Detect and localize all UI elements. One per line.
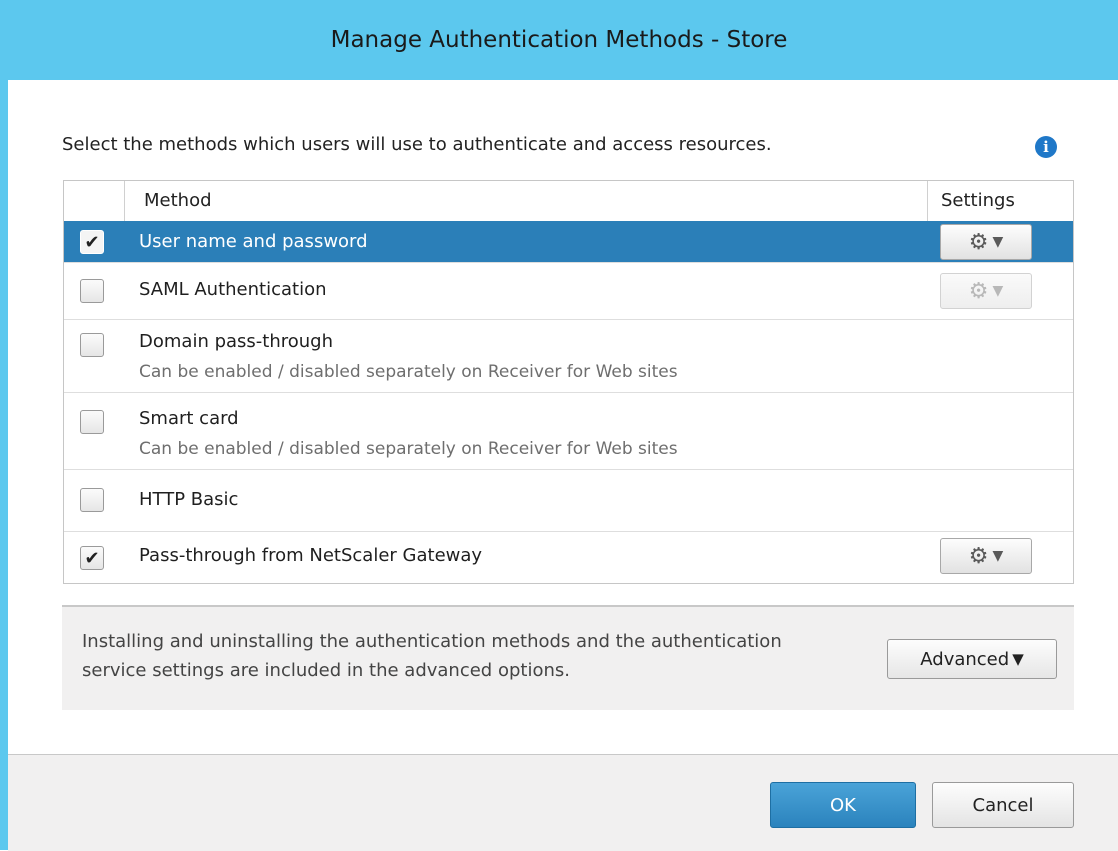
info-icon[interactable]: i xyxy=(1035,136,1057,158)
methods-table: Method Settings ✔ User name and password… xyxy=(63,180,1074,584)
advanced-button-label: Advanced xyxy=(920,648,1010,670)
table-row[interactable]: Domain pass-through Can be enabled / dis… xyxy=(64,320,1073,393)
row-checkbox[interactable] xyxy=(80,333,104,357)
gear-icon: ⚙ xyxy=(968,278,989,304)
row-checkbox[interactable] xyxy=(80,410,104,434)
method-label: SAML Authentication xyxy=(139,279,327,300)
table-row[interactable]: ✔ User name and password ⚙ ▼ xyxy=(64,221,1073,263)
settings-dropdown-button[interactable]: ⚙ ▼ xyxy=(940,224,1032,260)
window-left-border xyxy=(0,0,8,850)
row-checkbox[interactable]: ✔ xyxy=(80,546,104,570)
column-header-settings[interactable]: Settings xyxy=(941,181,1015,221)
table-header: Method Settings xyxy=(64,181,1073,222)
method-label: Domain pass-through xyxy=(139,331,334,352)
ok-button[interactable]: OK xyxy=(770,782,916,828)
table-row[interactable]: HTTP Basic xyxy=(64,470,1073,532)
dialog-title: Manage Authentication Methods - Store xyxy=(330,27,788,53)
settings-dropdown-button[interactable]: ⚙ ▼ xyxy=(940,538,1032,574)
column-header-method[interactable]: Method xyxy=(144,181,212,221)
advanced-description: Installing and uninstalling the authenti… xyxy=(82,631,782,681)
chevron-down-icon: ▼ xyxy=(1012,650,1024,668)
method-description: Can be enabled / disabled separately on … xyxy=(139,439,678,459)
settings-dropdown-button: ⚙ ▼ xyxy=(940,273,1032,309)
dialog-footer: OK Cancel xyxy=(8,754,1118,851)
column-separator xyxy=(927,181,928,221)
cancel-button[interactable]: Cancel xyxy=(932,782,1074,828)
method-description: Can be enabled / disabled separately on … xyxy=(139,362,678,382)
chevron-down-icon: ▼ xyxy=(992,283,1004,299)
chevron-down-icon: ▼ xyxy=(992,234,1004,250)
gear-icon: ⚙ xyxy=(968,229,989,255)
dialog-titlebar[interactable]: Manage Authentication Methods - Store xyxy=(0,0,1118,80)
instruction-text: Select the methods which users will use … xyxy=(62,134,772,155)
method-label: Pass-through from NetScaler Gateway xyxy=(139,545,483,566)
chevron-down-icon: ▼ xyxy=(992,548,1004,564)
gear-icon: ⚙ xyxy=(968,543,989,569)
advanced-dropdown-button[interactable]: Advanced ▼ xyxy=(887,639,1057,679)
method-label: HTTP Basic xyxy=(139,489,239,510)
column-separator xyxy=(124,181,125,221)
method-label: Smart card xyxy=(139,408,239,429)
advanced-panel: Installing and uninstalling the authenti… xyxy=(62,607,1074,710)
table-row[interactable]: SAML Authentication ⚙ ▼ xyxy=(64,263,1073,320)
method-label: User name and password xyxy=(139,231,368,252)
row-checkbox[interactable] xyxy=(80,279,104,303)
row-checkbox[interactable]: ✔ xyxy=(80,230,104,254)
row-checkbox[interactable] xyxy=(80,488,104,512)
table-row[interactable]: ✔ Pass-through from NetScaler Gateway ⚙ ▼ xyxy=(64,532,1073,583)
table-row[interactable]: Smart card Can be enabled / disabled sep… xyxy=(64,393,1073,470)
